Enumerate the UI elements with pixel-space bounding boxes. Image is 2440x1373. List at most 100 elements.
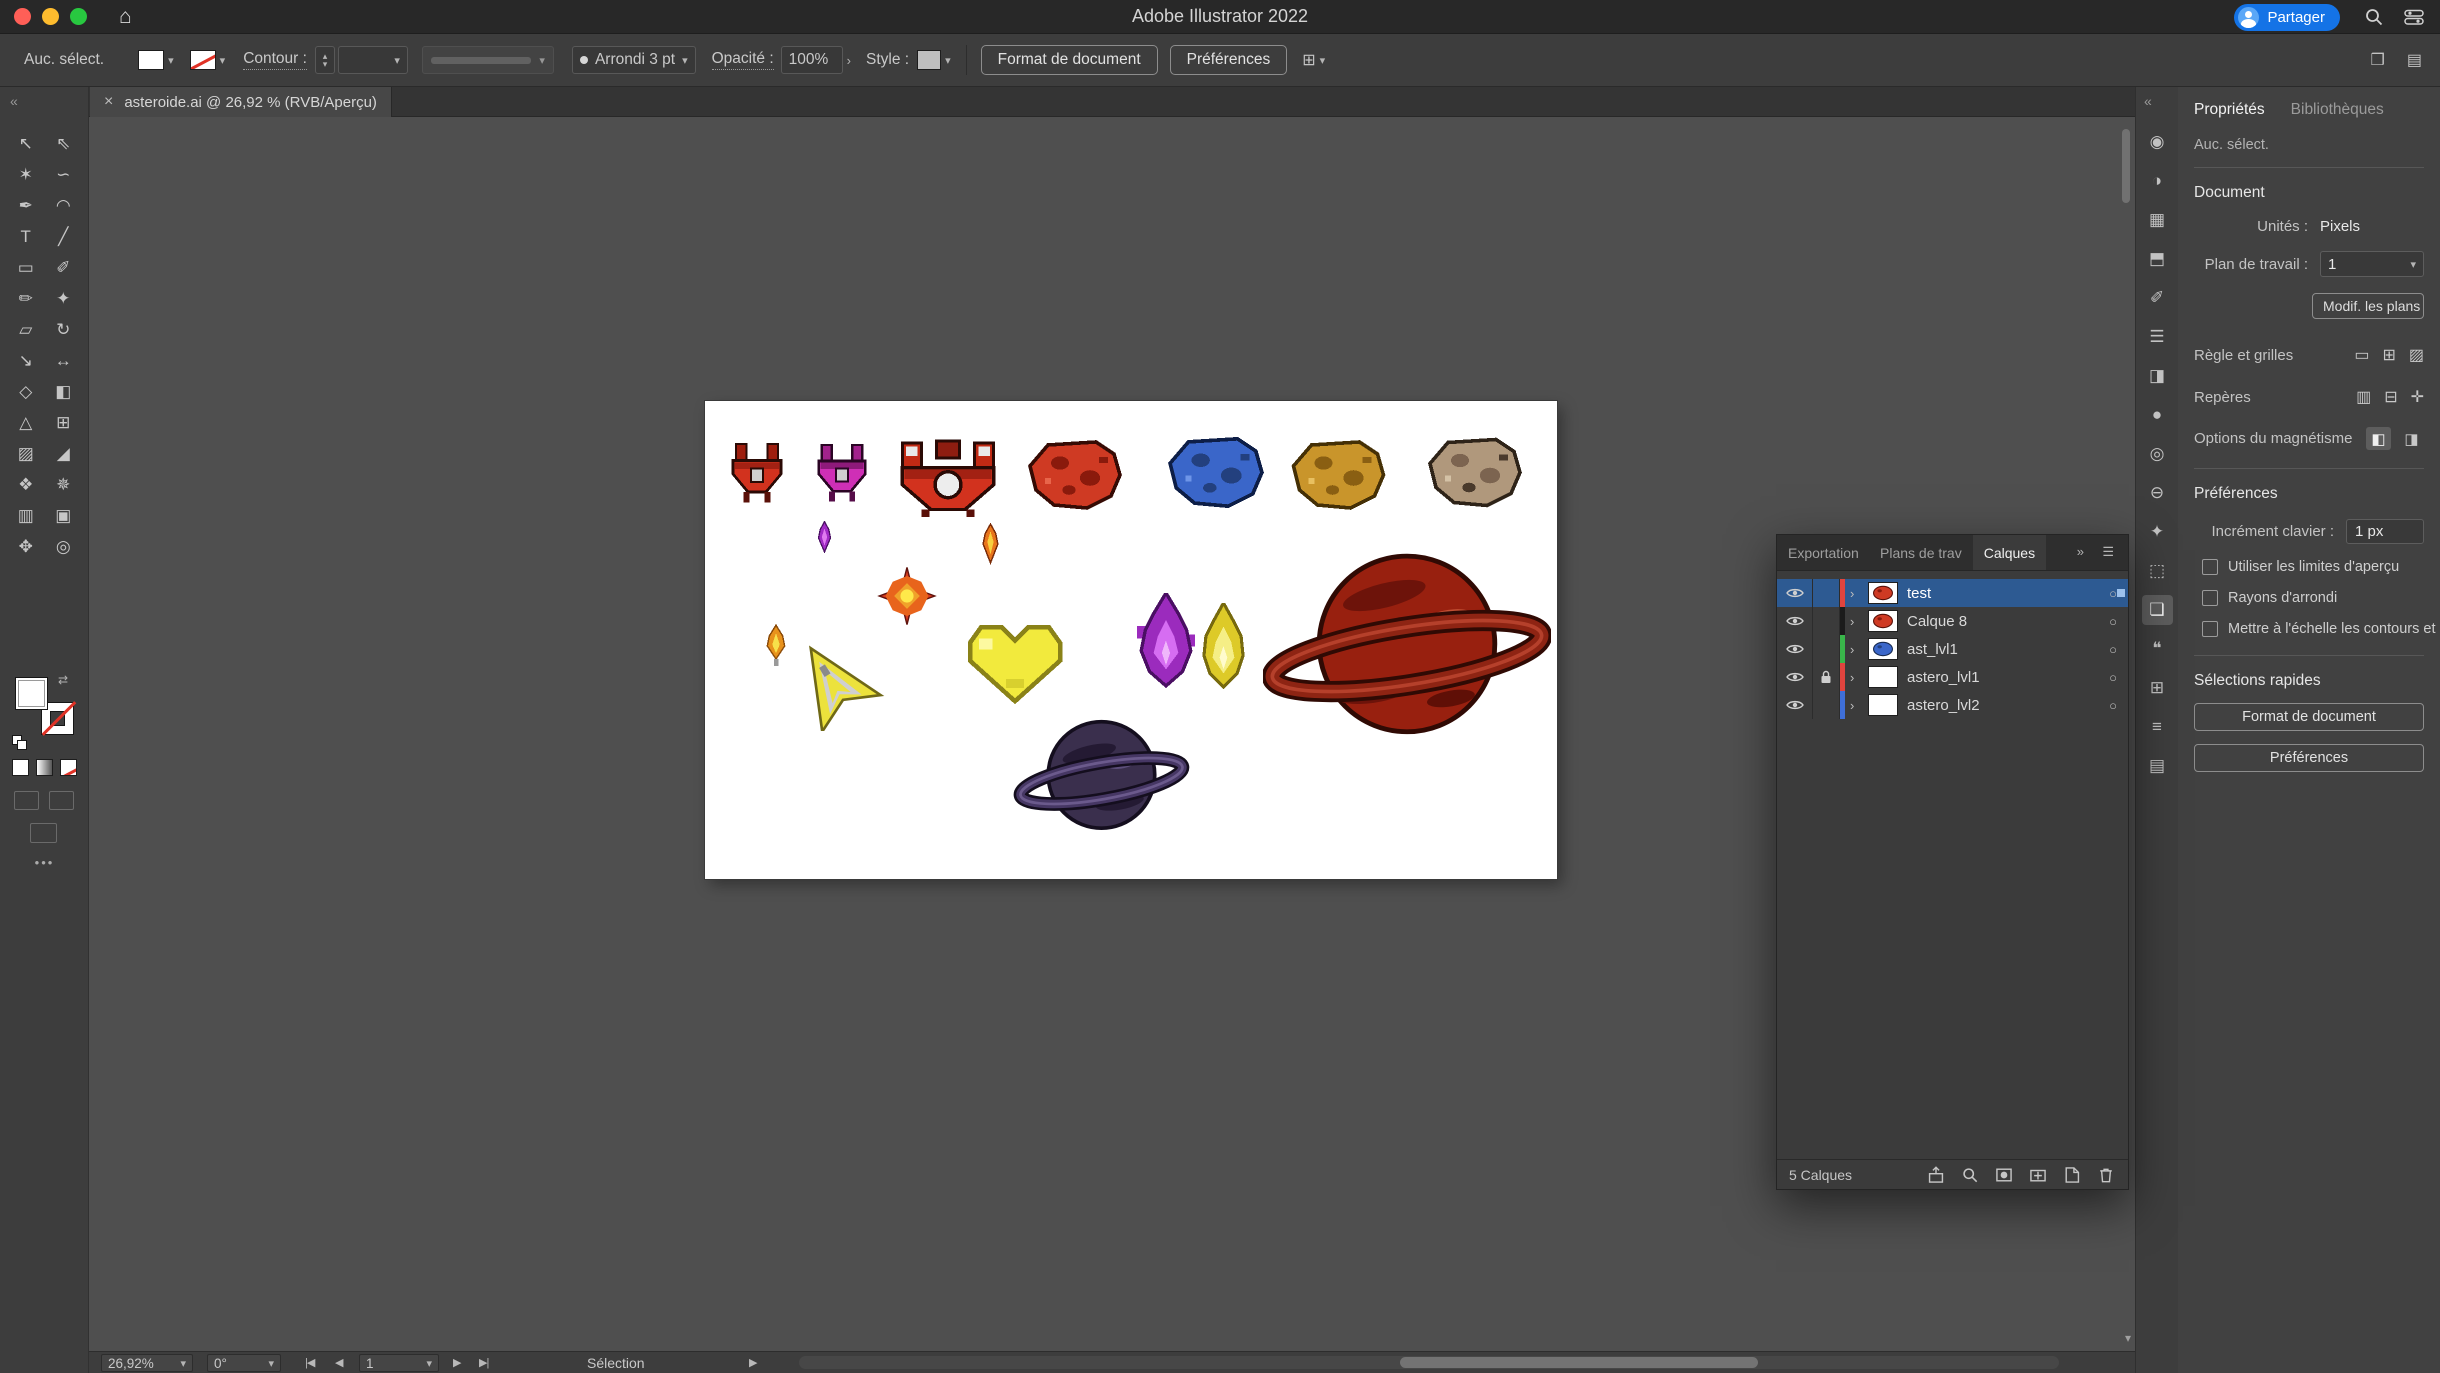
layer-name[interactable]: ast_lvl1 <box>1907 641 2098 658</box>
default-fill-stroke-icon[interactable] <box>12 735 28 751</box>
keyboard-increment-field[interactable]: 1 px <box>2346 519 2424 544</box>
sprite-heart-yellow[interactable] <box>961 613 1069 713</box>
layer-name[interactable]: Calque 8 <box>1907 613 2098 630</box>
align-panel-icon[interactable]: ≡ <box>2142 712 2173 742</box>
color-guide-panel-icon[interactable]: ▦ <box>2142 205 2173 235</box>
rotate-tool[interactable]: ↻ <box>48 319 78 340</box>
arrange-documents-icon[interactable]: ❒ <box>2371 50 2385 70</box>
preview-bounds-checkbox[interactable] <box>2202 559 2218 575</box>
draw-behind-icon[interactable] <box>49 791 74 810</box>
status-expand-icon[interactable]: ▶ <box>749 1356 756 1369</box>
shaper-tool[interactable]: ✦ <box>48 288 78 309</box>
first-artboard-icon[interactable]: |◀ <box>305 1356 314 1369</box>
artboards-panel-icon[interactable]: ⬚ <box>2142 556 2173 586</box>
sprite-flame-purple-large[interactable] <box>1137 593 1195 688</box>
draw-normal-icon[interactable] <box>14 791 39 810</box>
perspective-grid-tool[interactable]: △ <box>11 412 41 433</box>
sprite-asteroid-gold[interactable] <box>1290 439 1387 511</box>
symbols-panel-icon[interactable]: ✦ <box>2142 517 2173 547</box>
layer-name[interactable]: astero_lvl1 <box>1907 669 2098 686</box>
sprite-planet-red[interactable] <box>1263 541 1551 759</box>
screen-mode-button[interactable] <box>30 823 57 843</box>
curvature-tool[interactable]: ◠ <box>48 195 78 216</box>
share-button[interactable]: Partager <box>2234 4 2340 31</box>
snap-to-pixel-icon[interactable]: ◧ <box>2366 427 2391 450</box>
quick-document-setup-button[interactable]: Format de document <box>2194 703 2424 731</box>
sprite-asteroid-red[interactable] <box>1027 439 1123 511</box>
sprite-ship-red-large[interactable] <box>898 439 998 519</box>
layer-name[interactable]: astero_lvl2 <box>1907 697 2098 714</box>
layer-lock-toggle[interactable] <box>1813 663 1840 691</box>
stroke-color-swatch[interactable]: ▾ <box>190 50 226 70</box>
eraser-tool[interactable]: ▱ <box>11 319 41 340</box>
fill-color-swatch[interactable]: ▾ <box>138 50 174 70</box>
layer-lock-toggle[interactable] <box>1813 607 1840 635</box>
layer-thumbnail[interactable] <box>1868 638 1898 660</box>
layer-visibility-toggle[interactable] <box>1777 607 1813 635</box>
layers-panel-icon[interactable]: ❏ <box>2142 595 2173 625</box>
layer-visibility-toggle[interactable] <box>1777 635 1813 663</box>
layer-thumbnail[interactable] <box>1868 610 1898 632</box>
layer-expand-chevron[interactable]: › <box>1845 698 1863 713</box>
transparency-panel-icon[interactable]: ● <box>2142 400 2173 430</box>
free-transform-tool[interactable]: ◇ <box>11 381 41 402</box>
layer-target-circle[interactable]: ○ <box>2098 586 2128 601</box>
transparency-grid-icon[interactable]: ▨ <box>2409 345 2424 365</box>
lasso-tool[interactable]: ∽ <box>48 164 78 185</box>
symbol-sprayer-tool[interactable]: ✵ <box>48 474 78 495</box>
workspace-switcher-icon[interactable]: ▤ <box>2407 50 2422 70</box>
rotation-dropdown[interactable]: 0°▾ <box>207 1354 281 1372</box>
layer-expand-chevron[interactable]: › <box>1845 614 1863 629</box>
sprite-asteroid-blue[interactable] <box>1167 435 1265 510</box>
eyedropper-tool[interactable]: ◢ <box>48 443 78 464</box>
none-mode-icon[interactable] <box>60 759 77 776</box>
sprite-flame-purple-small[interactable] <box>817 521 832 553</box>
new-layer-icon[interactable] <box>2062 1166 2082 1184</box>
layer-lock-toggle[interactable] <box>1813 635 1840 663</box>
opacity-panel-chevron-icon[interactable]: › <box>847 53 851 68</box>
pencil-tool[interactable]: ✏ <box>11 288 41 309</box>
tab-bibliotheques[interactable]: Bibliothèques <box>2291 101 2384 119</box>
document-setup-button[interactable]: Format de document <box>981 45 1158 75</box>
layer-thumbnail[interactable] <box>1868 582 1898 604</box>
layer-target-circle[interactable]: ○ <box>2098 698 2128 713</box>
artboard-tool[interactable]: ▣ <box>48 505 78 526</box>
transform-panel-icon[interactable]: ⊞ <box>2142 673 2173 703</box>
vertical-scrollbar-thumb[interactable] <box>2122 129 2130 203</box>
sprite-ship-red-small[interactable] <box>727 442 787 506</box>
collect-export-icon[interactable] <box>1926 1166 1946 1184</box>
document-tab[interactable]: × asteroide.ai @ 26,92 % (RVB/Aperçu) <box>90 87 392 117</box>
tab-exportation[interactable]: Exportation <box>1777 535 1869 570</box>
rectangle-tool[interactable]: ▭ <box>11 257 41 278</box>
previous-artboard-icon[interactable]: ◀ <box>335 1356 342 1369</box>
layer-target-circle[interactable]: ○ <box>2098 642 2128 657</box>
style-swatch-dropdown[interactable]: ▾ <box>917 50 951 70</box>
last-artboard-icon[interactable]: ▶| <box>479 1356 488 1369</box>
window-zoom-button[interactable] <box>70 8 87 25</box>
graphic-styles-panel-icon[interactable]: ⊖ <box>2142 478 2173 508</box>
layer-visibility-toggle[interactable] <box>1777 579 1813 607</box>
next-artboard-icon[interactable]: ▶ <box>453 1356 460 1369</box>
hand-tool[interactable]: ✥ <box>11 536 41 557</box>
scale-tool[interactable]: ↘ <box>11 350 41 371</box>
home-icon[interactable]: ⌂ <box>119 6 132 27</box>
layer-visibility-toggle[interactable] <box>1777 663 1813 691</box>
layer-visibility-toggle[interactable] <box>1777 691 1813 719</box>
control-center-icon[interactable] <box>2404 7 2424 27</box>
brush-definition-dropdown[interactable]: Arrondi 3 pt ▾ <box>572 46 696 74</box>
layer-target-circle[interactable]: ○ <box>2098 670 2128 685</box>
paintbrush-tool[interactable]: ✐ <box>48 257 78 278</box>
scroll-down-arrow-icon[interactable]: ▾ <box>2125 1331 2131 1345</box>
direct-selection-tool[interactable]: ⇖ <box>48 133 78 154</box>
magic-wand-tool[interactable]: ✶ <box>11 164 41 185</box>
show-guides-icon[interactable]: ▥ <box>2356 387 2371 407</box>
panel-menu-icon[interactable]: ☰ <box>2102 544 2114 560</box>
panel-overflow-chevrons-icon[interactable]: » <box>2077 544 2084 559</box>
smart-guides-icon[interactable]: ✛ <box>2411 387 2424 407</box>
align-options-dropdown[interactable]: ⊞▾ <box>1302 50 1325 70</box>
comments-panel-icon[interactable]: ❝ <box>2142 634 2173 664</box>
layer-target-circle[interactable]: ○ <box>2098 614 2128 629</box>
units-value-dropdown[interactable]: Pixels <box>2320 218 2424 235</box>
swatches-panel-icon[interactable]: ⬒ <box>2142 244 2173 274</box>
tab-calques[interactable]: Calques <box>1973 535 2046 570</box>
